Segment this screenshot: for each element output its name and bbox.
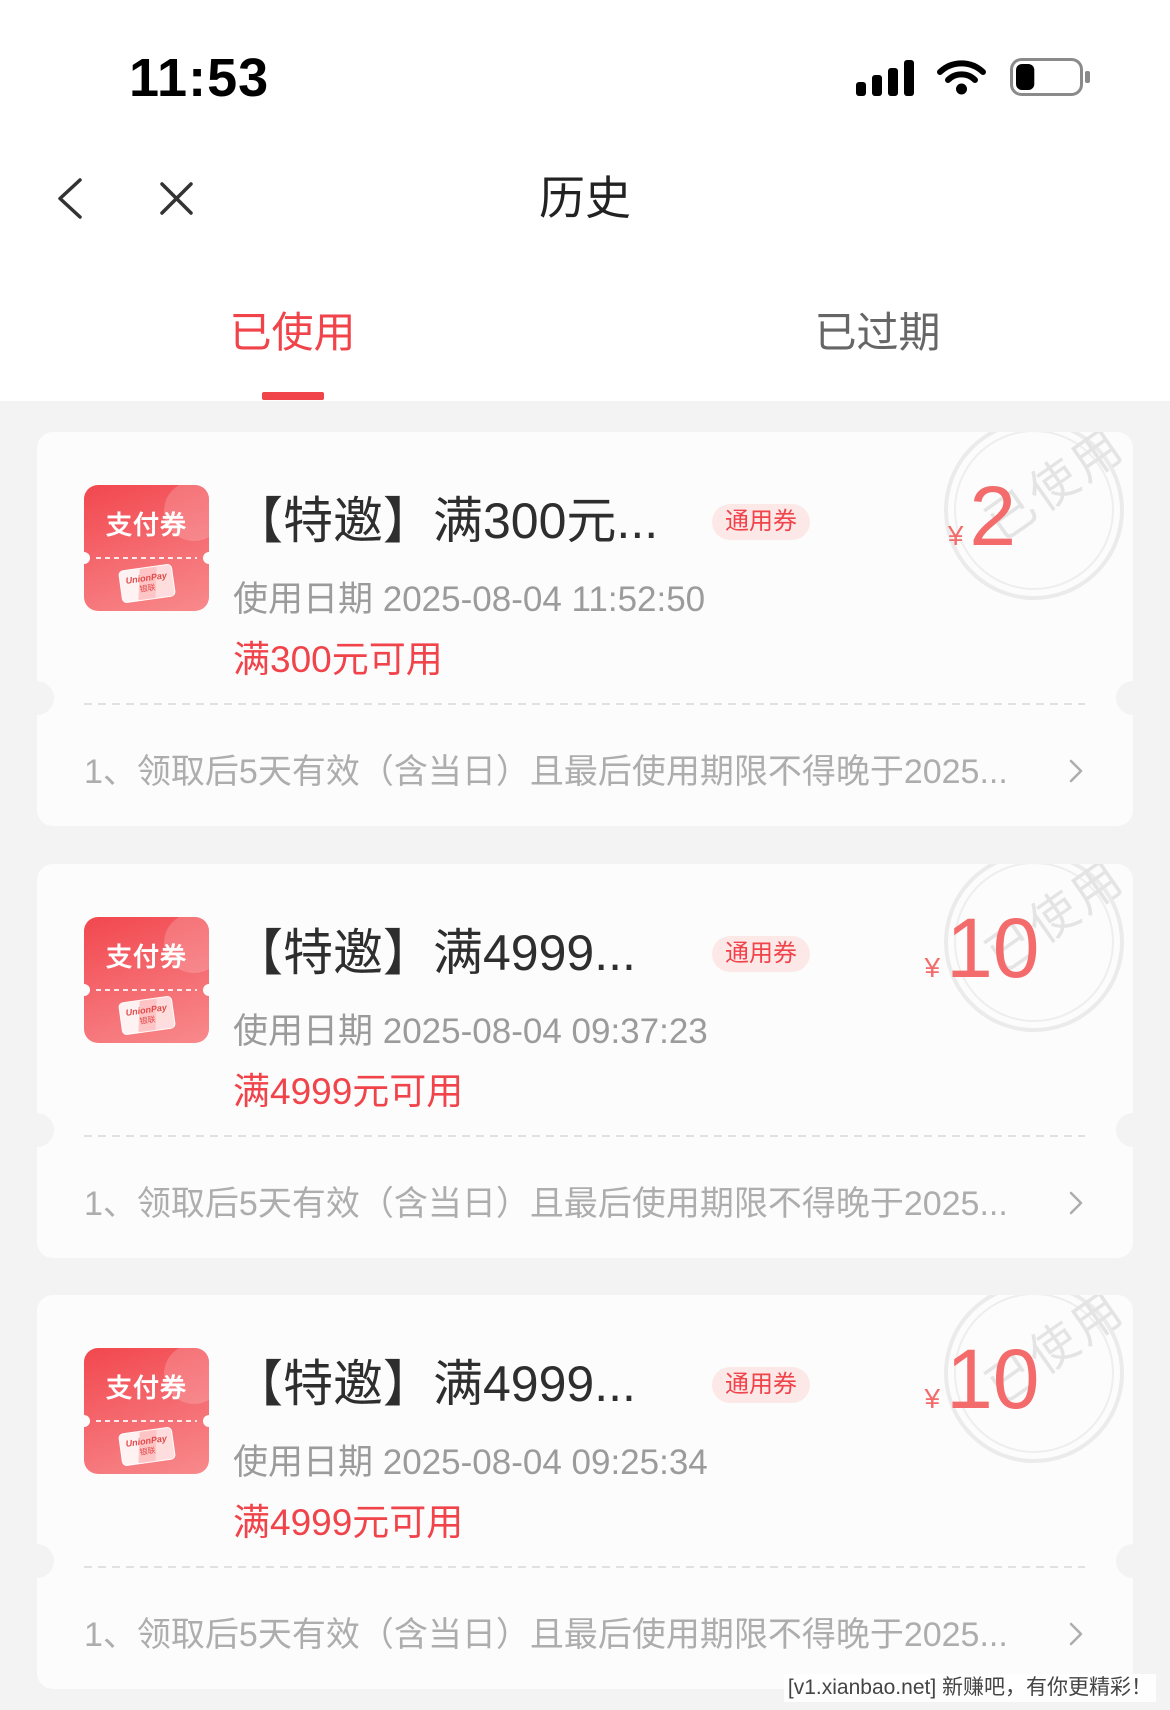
used-date-value: 2025-08-04 09:25:34 (382, 1443, 708, 1482)
rule-row[interactable]: 1、领取后5天有效（含当日）且最后使用期限不得晚于2025... (37, 732, 1133, 812)
icon-dashed-line (96, 557, 197, 559)
icon-notch-right (203, 552, 209, 564)
tab-used[interactable]: 已使用 (0, 305, 585, 361)
unionpay-logo: UnionPay 银联 (117, 563, 177, 604)
used-date: 使用日期 2025-08-04 09:25:34 (233, 1441, 708, 1485)
rule-row[interactable]: 1、领取后5天有效（含当日）且最后使用期限不得晚于2025... (37, 1595, 1133, 1675)
card-notch-right (1116, 681, 1133, 715)
payment-coupon-icon: 支付券 UnionPay 银联 (84, 1348, 209, 1474)
icon-notch-right (203, 1415, 209, 1427)
coupon-price: ¥2 (882, 468, 1082, 564)
coupon-amount: 2 (969, 469, 1017, 563)
used-date-value: 2025-08-04 11:52:50 (382, 580, 706, 619)
chevron-right-icon[interactable] (1068, 1190, 1084, 1216)
card-notch-right (1116, 1544, 1133, 1578)
currency-symbol: ¥ (947, 520, 964, 551)
rule-text: 1、领取后5天有效（含当日）且最后使用期限不得晚于2025... (84, 753, 1008, 791)
used-date-label: 使用日期 (233, 1012, 374, 1051)
usage-condition: 满4999元可用 (233, 1502, 464, 1543)
coupon-amount: 10 (946, 901, 1040, 995)
chevron-right-icon[interactable] (1068, 758, 1084, 784)
dashed-divider (84, 1566, 1085, 1568)
icon-notch-left (84, 984, 90, 996)
site-watermark: [v1.xianbao.net] 新赚吧，有你更精彩！ (783, 1674, 1156, 1702)
coupon-badge: 通用券 (712, 504, 810, 540)
coupon-amount: 10 (946, 1332, 1040, 1426)
cellular-signal-icon (856, 60, 914, 96)
coupon-type-label: 支付券 (105, 1373, 187, 1403)
coupon-badge: 通用券 (712, 936, 810, 972)
dashed-divider (84, 1135, 1085, 1137)
coupon-badge: 通用券 (712, 1367, 810, 1403)
tab-indicator (262, 392, 324, 400)
coupon-title: 【特邀】满4999... (233, 925, 636, 981)
unionpay-logo: UnionPay 银联 (117, 995, 177, 1036)
battery-icon (1010, 58, 1090, 96)
currency-symbol: ¥ (924, 1383, 941, 1414)
icon-notch-left (84, 1415, 90, 1427)
coupon-card[interactable]: 已使用 支付券 UnionPay 银联 【特邀】满4999... 通用券 ¥10… (37, 864, 1133, 1258)
coupon-title: 【特邀】满300元... (233, 493, 659, 549)
coupon-price: ¥10 (882, 1331, 1082, 1427)
chevron-left-icon[interactable] (57, 177, 83, 220)
wifi-icon (937, 60, 986, 95)
page-title: 历史 (539, 172, 631, 224)
card-notch-left (37, 1544, 54, 1578)
chevron-right-icon[interactable] (1068, 1621, 1084, 1647)
payment-coupon-icon: 支付券 UnionPay 银联 (84, 917, 209, 1043)
coupon-type-label: 支付券 (105, 510, 187, 540)
close-icon[interactable] (159, 181, 194, 216)
card-notch-right (1116, 1113, 1133, 1147)
coupon-card[interactable]: 已使用 支付券 UnionPay 银联 【特邀】满4999... 通用券 ¥10… (37, 1295, 1133, 1689)
tab-expired[interactable]: 已过期 (585, 305, 1170, 361)
card-notch-left (37, 1113, 54, 1147)
used-date-label: 使用日期 (233, 580, 374, 619)
status-time: 11:53 (129, 48, 270, 108)
rule-text: 1、领取后5天有效（含当日）且最后使用期限不得晚于2025... (84, 1616, 1008, 1654)
icon-notch-left (84, 552, 90, 564)
used-date: 使用日期 2025-08-04 11:52:50 (233, 578, 705, 622)
card-notch-left (37, 681, 54, 715)
dashed-divider (84, 703, 1085, 705)
battery-fill (1016, 64, 1035, 90)
usage-condition: 满300元可用 (233, 639, 443, 680)
unionpay-logo: UnionPay 银联 (117, 1426, 177, 1467)
icon-notch-right (203, 984, 209, 996)
header: 11:53 历史 已使用 已过期 (0, 0, 1170, 401)
usage-condition: 满4999元可用 (233, 1071, 464, 1112)
used-date: 使用日期 2025-08-04 09:37:23 (233, 1010, 708, 1054)
rule-text: 1、领取后5天有效（含当日）且最后使用期限不得晚于2025... (84, 1185, 1008, 1223)
payment-coupon-icon: 支付券 UnionPay 银联 (84, 485, 209, 611)
coupon-price: ¥10 (882, 900, 1082, 996)
coupon-type-label: 支付券 (105, 942, 187, 972)
used-date-value: 2025-08-04 09:37:23 (382, 1012, 708, 1051)
icon-dashed-line (96, 989, 197, 991)
coupon-card[interactable]: 已使用 支付券 UnionPay 银联 【特邀】满300元... 通用券 ¥2 … (37, 432, 1133, 826)
used-date-label: 使用日期 (233, 1443, 374, 1482)
rule-row[interactable]: 1、领取后5天有效（含当日）且最后使用期限不得晚于2025... (37, 1164, 1133, 1244)
icon-dashed-line (96, 1420, 197, 1422)
coupon-title: 【特邀】满4999... (233, 1356, 636, 1412)
currency-symbol: ¥ (924, 952, 941, 983)
